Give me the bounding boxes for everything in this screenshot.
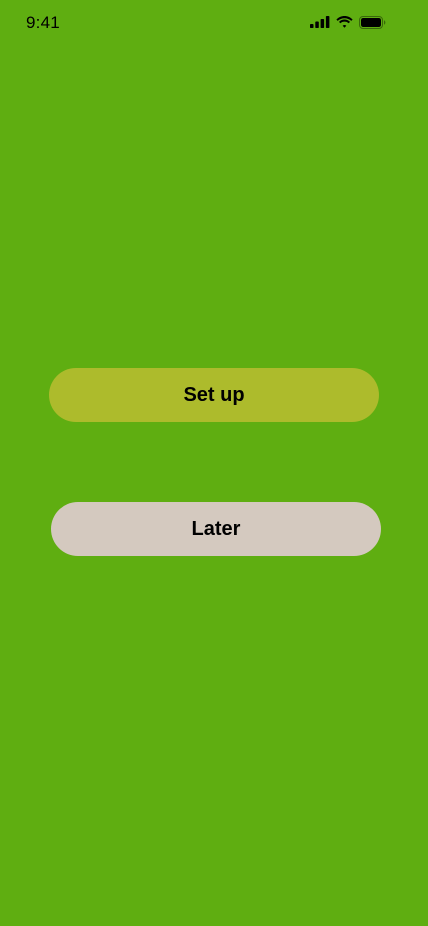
- app-screen: 9:41 Set up Later: [0, 0, 428, 926]
- status-time: 9:41: [26, 13, 60, 32]
- later-button[interactable]: Later: [51, 502, 381, 556]
- status-icons: [310, 15, 386, 29]
- set-up-button[interactable]: Set up: [49, 368, 379, 422]
- wifi-icon: [336, 16, 353, 28]
- status-bar: 9:41: [0, 0, 428, 47]
- battery-icon: [359, 15, 386, 29]
- cellular-signal-icon: [310, 16, 330, 28]
